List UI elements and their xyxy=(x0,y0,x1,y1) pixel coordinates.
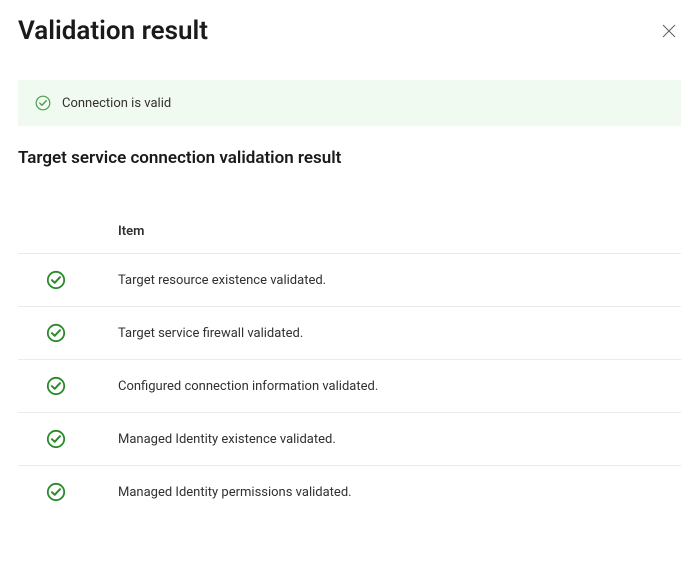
row-item-text: Managed Identity existence validated. xyxy=(118,432,681,447)
row-status-icon-cell xyxy=(18,429,118,449)
close-button[interactable] xyxy=(657,19,681,43)
table-row: Target resource existence validated. xyxy=(18,254,681,307)
row-status-icon-cell xyxy=(18,323,118,343)
table-row: Target service firewall validated. xyxy=(18,307,681,360)
table-row: Managed Identity existence validated. xyxy=(18,413,681,466)
table-header-icon-col xyxy=(18,224,118,239)
check-circle-icon xyxy=(46,429,66,449)
row-item-text: Target service firewall validated. xyxy=(118,326,681,341)
check-circle-icon xyxy=(46,323,66,343)
check-circle-icon xyxy=(46,376,66,396)
validation-table: Item Target resource existence validated… xyxy=(18,214,681,518)
check-circle-icon xyxy=(46,482,66,502)
success-icon xyxy=(34,94,52,112)
row-item-text: Managed Identity permissions validated. xyxy=(118,485,681,500)
row-item-text: Target resource existence validated. xyxy=(118,273,681,288)
panel-header: Validation result xyxy=(18,16,681,46)
table-row: Configured connection information valida… xyxy=(18,360,681,413)
status-banner: Connection is valid xyxy=(18,80,681,126)
section-title: Target service connection validation res… xyxy=(18,148,681,168)
row-status-icon-cell xyxy=(18,376,118,396)
table-header-item: Item xyxy=(118,224,681,239)
table-row: Managed Identity permissions validated. xyxy=(18,466,681,518)
close-icon xyxy=(662,24,676,38)
row-item-text: Configured connection information valida… xyxy=(118,379,681,394)
check-circle-icon xyxy=(46,270,66,290)
table-header-row: Item xyxy=(18,214,681,254)
row-status-icon-cell xyxy=(18,270,118,290)
status-text: Connection is valid xyxy=(62,96,171,111)
row-status-icon-cell xyxy=(18,482,118,502)
page-title: Validation result xyxy=(18,16,208,46)
